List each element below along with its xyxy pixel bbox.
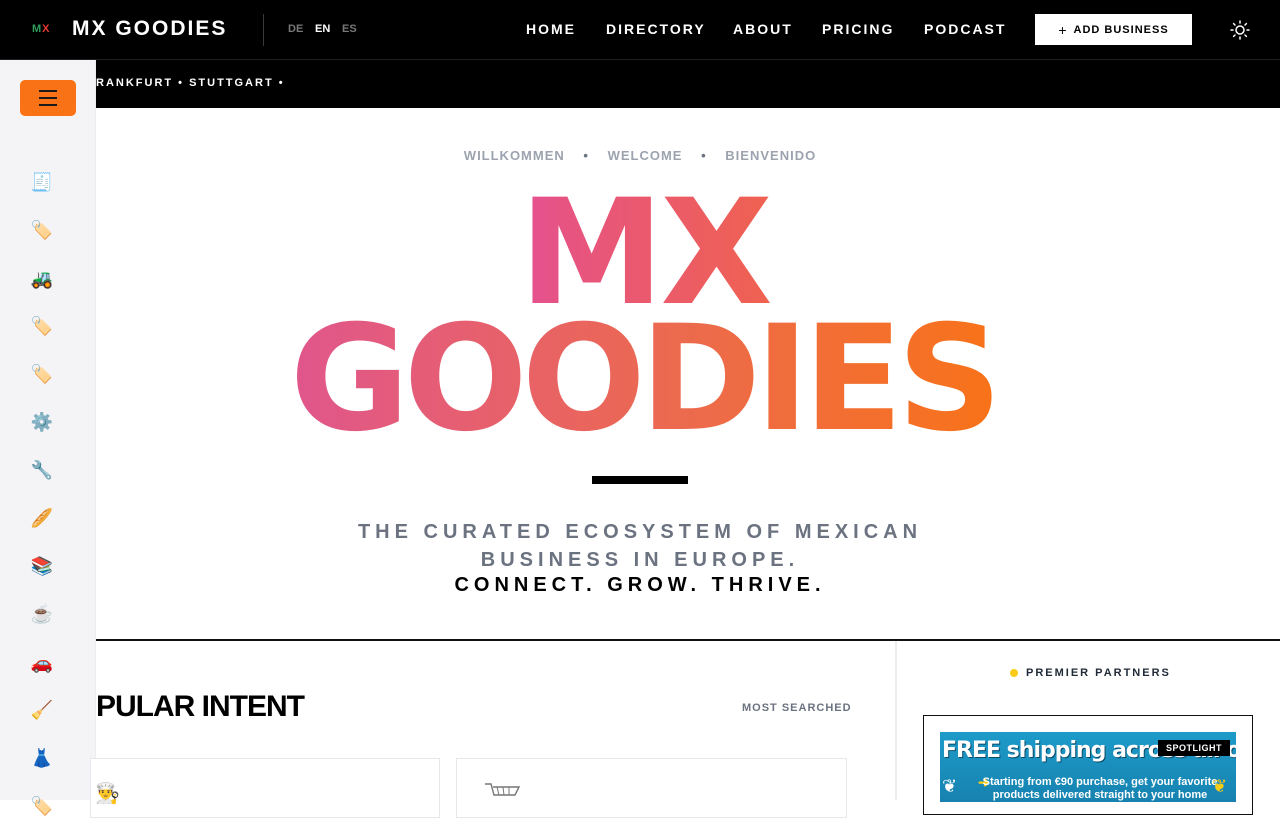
hamburger-bar	[39, 104, 57, 106]
section-divider	[96, 639, 1280, 641]
hero-motto: CONNECT. GROW. THRIVE.	[454, 574, 826, 596]
gear-icon[interactable]: ⚙️	[30, 410, 54, 434]
intent-card[interactable]	[456, 758, 847, 818]
broom-icon[interactable]: 🧹	[30, 698, 54, 722]
hero-title-goodies: GOODIES	[274, 304, 1012, 454]
brand-mark-m: M	[32, 23, 43, 35]
premier-partners-heading: PREMIER PARTNERS	[1010, 667, 1171, 679]
tagline-line-1: THE CURATED ECOSYSTEM OF MEXICAN	[357, 521, 923, 543]
status-dot	[1010, 669, 1018, 677]
add-business-label: ADD BUSINESS	[1073, 23, 1169, 36]
nav-podcast[interactable]: PODCAST	[924, 21, 1006, 37]
popular-intent-title: PULAR INTENT	[96, 690, 305, 723]
coffee-icon[interactable]: ☕	[30, 602, 54, 626]
tag-icon[interactable]: 🏷️	[30, 794, 54, 818]
brand-mark-x: X	[42, 23, 51, 35]
separator-dot: •	[583, 148, 589, 163]
language-en[interactable]: EN	[315, 23, 330, 35]
cart-icon	[483, 781, 525, 807]
car-icon[interactable]: 🚗	[30, 651, 54, 675]
language-de[interactable]: DE	[288, 23, 303, 35]
hero-underline	[592, 476, 688, 484]
hamburger-icon	[39, 90, 57, 92]
cart-glyph	[485, 783, 521, 796]
chili-icon: ❦	[1212, 776, 1228, 796]
hero-tagline: THE CURATED ECOSYSTEM OF MEXICAN BUSINES…	[96, 518, 1184, 574]
partner-ad[interactable]: FREE shipping across all of Europe! ❦ ➜ …	[923, 715, 1253, 815]
city-marquee: RANKFURT • STUTTGART •	[96, 60, 1280, 108]
marquee-text: RANKFURT • STUTTGART •	[96, 77, 285, 89]
ad-subtitle: Starting from €90 purchase, get your fav…	[982, 776, 1218, 801]
plus-icon: +	[1058, 21, 1068, 38]
nav-pricing[interactable]: PRICING	[822, 21, 894, 37]
dress-icon[interactable]: 👗	[30, 746, 54, 770]
welcome-en: WELCOME	[607, 148, 683, 163]
add-business-button[interactable]: + ADD BUSINESS	[1035, 14, 1192, 45]
separator-dot: •	[701, 148, 707, 163]
most-searched-label[interactable]: MOST SEARCHED	[742, 702, 852, 714]
nav-directory[interactable]: DIRECTORY	[606, 21, 706, 37]
nav-about[interactable]: ABOUT	[733, 21, 793, 37]
theme-toggle-button[interactable]	[1229, 19, 1251, 41]
menu-toggle-button[interactable]	[20, 80, 76, 116]
leaf-icon: ❦	[942, 776, 958, 796]
tractor-icon[interactable]: 🚜	[30, 267, 54, 291]
top-navigation-bar: MX MX GOODIES DE EN ES HOME DIRECTORY AB…	[0, 0, 1280, 60]
nav-divider	[263, 14, 264, 46]
brand-mark[interactable]: MX	[32, 23, 51, 35]
sun-icon	[1230, 20, 1250, 40]
wrench-icon[interactable]: 🔧	[30, 458, 54, 482]
tagline-line-2: BUSINESS IN EUROPE.	[480, 549, 800, 571]
books-icon[interactable]: 📚	[30, 554, 54, 578]
language-es[interactable]: ES	[342, 23, 357, 35]
hamburger-bar	[39, 97, 57, 99]
welcome-de: WILLKOMMEN	[463, 148, 565, 163]
sidebar-panel-divider	[895, 641, 897, 800]
welcome-es: BIENVENIDO	[725, 148, 817, 163]
tag-icon[interactable]: 🏷️	[30, 362, 54, 386]
brand-name[interactable]: MX GOODIES	[72, 17, 227, 41]
premier-partners-label: PREMIER PARTNERS	[1026, 667, 1171, 679]
sidebar: 🧾 🏷️ 🚜 🏷️ 🏷️ ⚙️ 🔧 🥖 📚 ☕ 🚗 🧹 👗 🏷️	[0, 60, 96, 816]
tag-icon[interactable]: 🏷️	[30, 314, 54, 338]
nav-home[interactable]: HOME	[526, 21, 576, 37]
chef-icon: 👨‍🍳	[95, 783, 120, 805]
bread-icon[interactable]: 🥖	[30, 506, 54, 530]
intent-card[interactable]: 👨‍🍳	[90, 758, 440, 818]
tag-icon[interactable]: 🏷️	[30, 218, 54, 242]
receipt-icon[interactable]: 🧾	[30, 170, 54, 194]
spotlight-badge: SPOTLIGHT	[1158, 740, 1230, 756]
welcome-line: WILLKOMMEN • WELCOME • BIENVENIDO	[96, 148, 1184, 163]
